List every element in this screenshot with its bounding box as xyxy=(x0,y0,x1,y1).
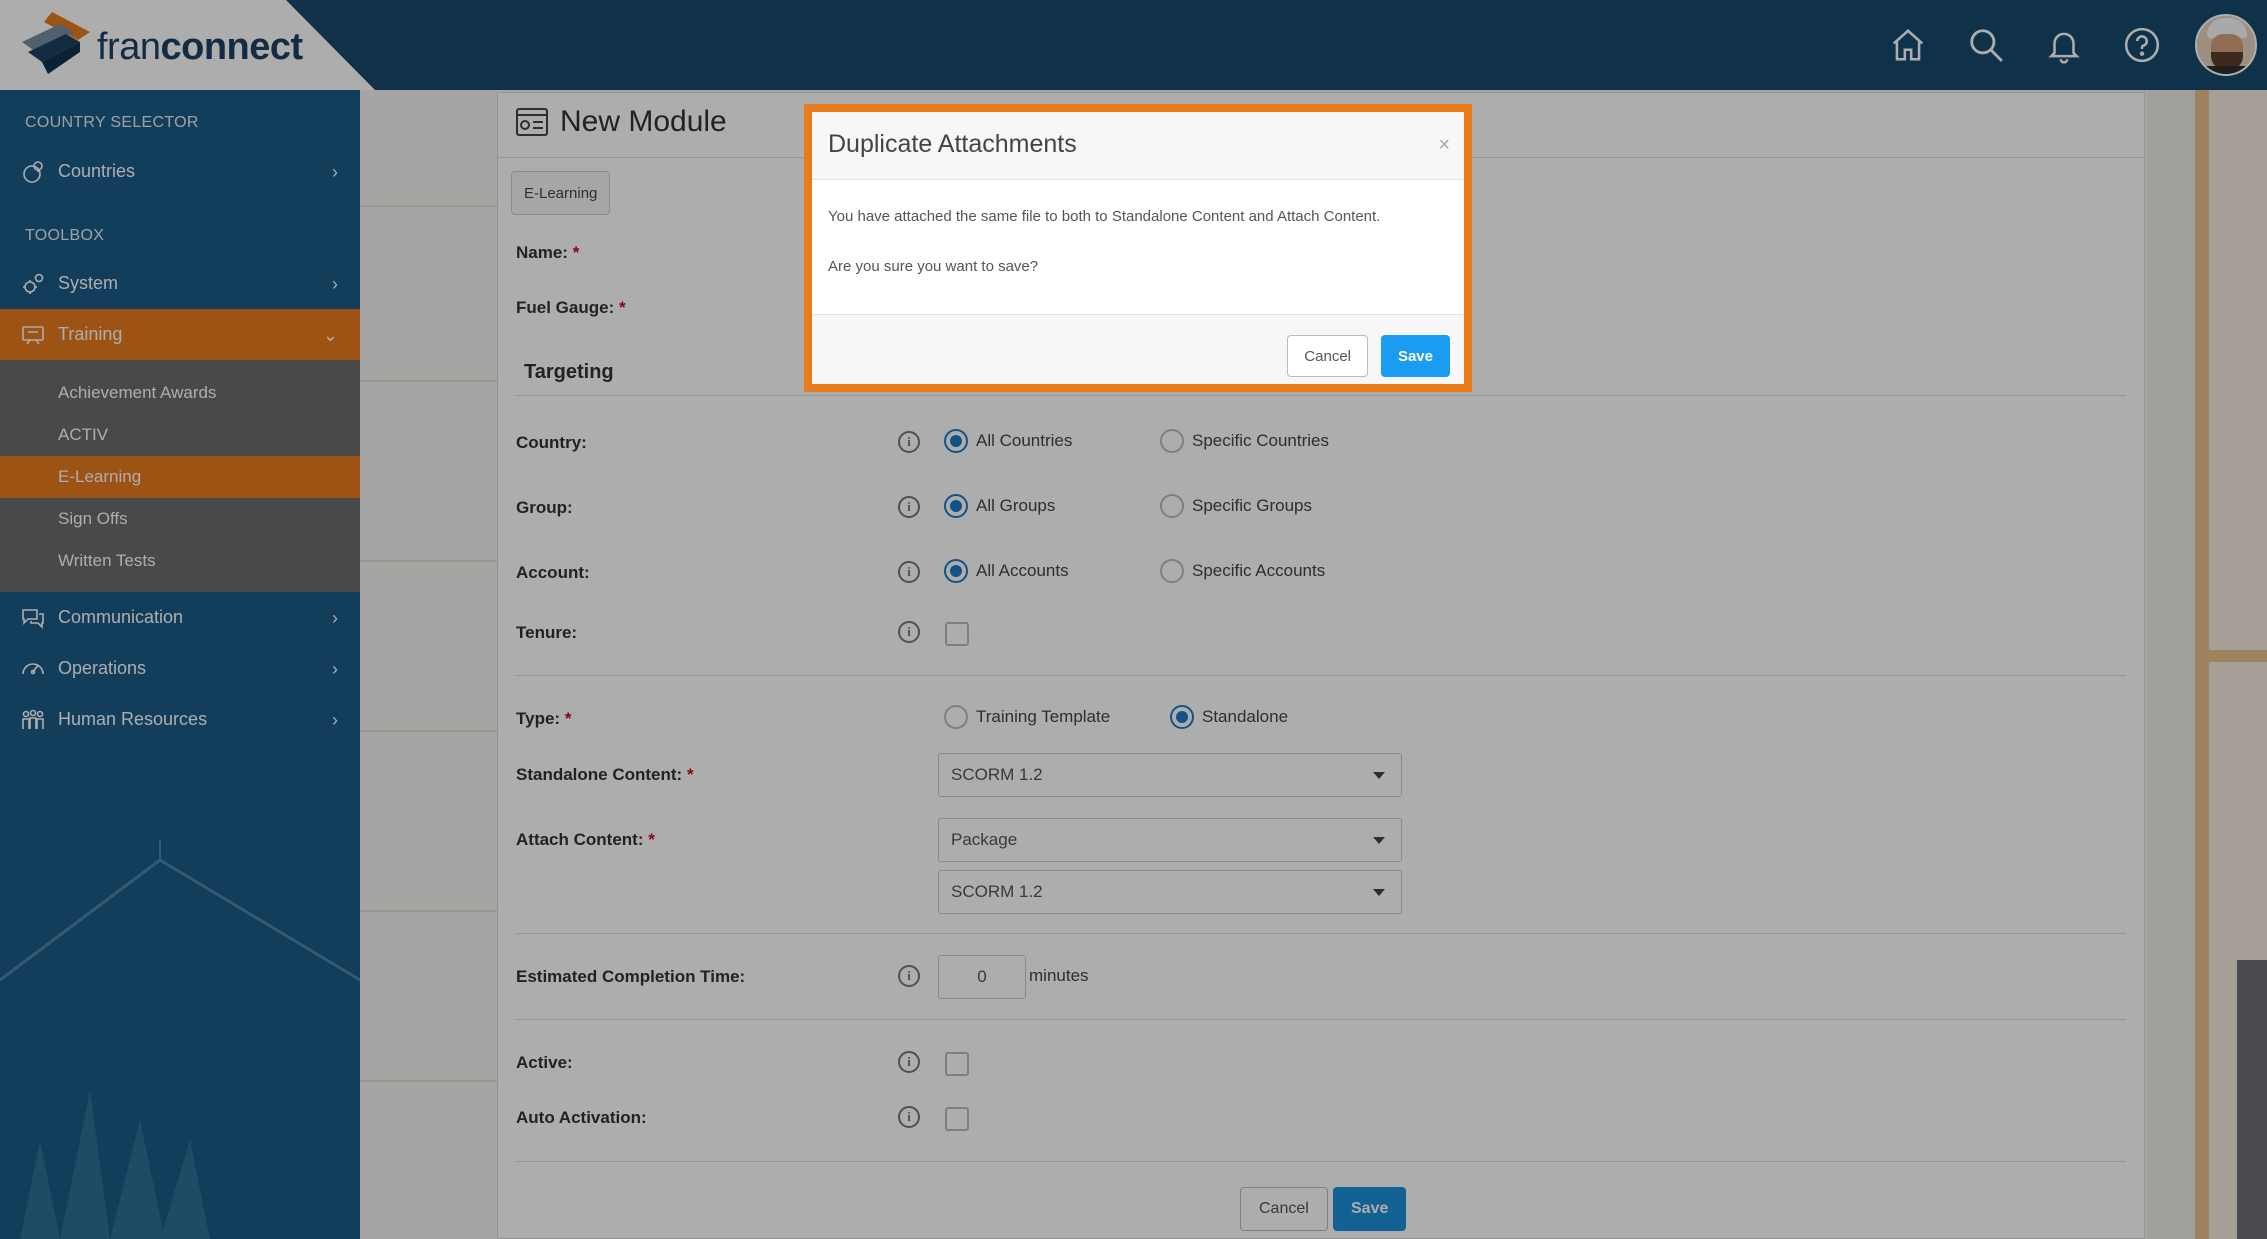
dialog-message: You have attached the same file to both … xyxy=(828,208,1381,225)
duplicate-attachments-dialog: Duplicate Attachments × You have attache… xyxy=(804,104,1472,392)
close-icon[interactable]: × xyxy=(1438,134,1450,157)
dialog-save-button[interactable]: Save xyxy=(1380,335,1450,377)
dialog-cancel-button[interactable]: Cancel xyxy=(1287,335,1368,377)
dialog-question: Are you sure you want to save? xyxy=(828,258,1039,275)
dialog-title: Duplicate Attachments xyxy=(828,130,1077,158)
